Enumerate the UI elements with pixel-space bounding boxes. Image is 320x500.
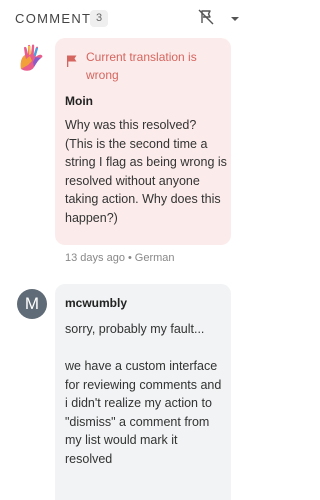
comment-meta: 13 days ago • German: [65, 252, 175, 264]
comment-author[interactable]: mcwumbly: [65, 296, 127, 310]
comment-bubble: mcwumbly sorry, probably my fault... we …: [55, 284, 231, 500]
comments-count-badge: 3: [90, 10, 108, 27]
chevron-down-icon[interactable]: [228, 12, 242, 24]
meta-separator: •: [127, 252, 132, 264]
flag-off-icon[interactable]: [196, 7, 216, 27]
comment-language: German: [134, 252, 175, 264]
avatar[interactable]: M: [17, 289, 47, 319]
comment-time: 13 days ago: [65, 252, 125, 264]
comment-author[interactable]: Moin: [65, 94, 93, 108]
comment-text: Why was this resolved? (This is the seco…: [65, 118, 227, 225]
comments-title: COMMENTS: [15, 11, 102, 26]
flag-label: Current translation is wrong: [86, 50, 197, 82]
comment-text: sorry, probably my fault... we have a cu…: [65, 322, 222, 466]
hand-logo-avatar[interactable]: [17, 43, 47, 73]
comments-header: COMMENTS 3: [0, 0, 244, 36]
flag-icon: [65, 54, 79, 68]
comment-bubble: Current translation is wrong Moin Why wa…: [55, 38, 231, 245]
